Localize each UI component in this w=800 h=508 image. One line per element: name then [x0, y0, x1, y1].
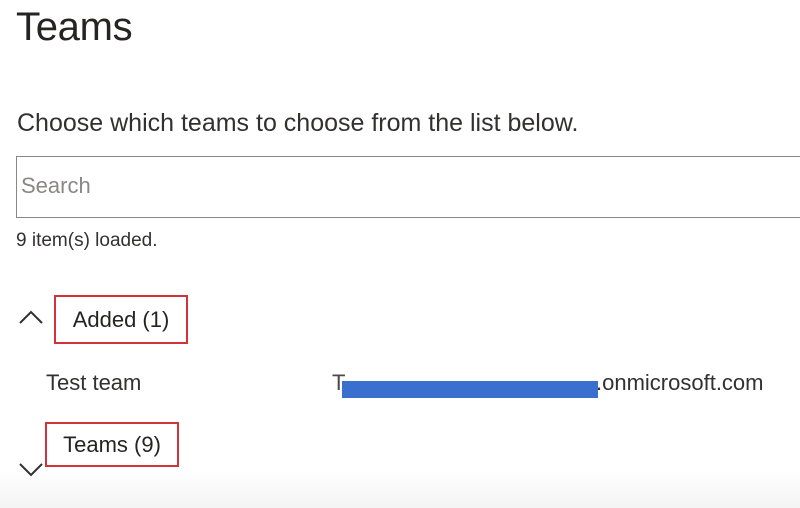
team-email: T .onmicrosoft.com: [332, 368, 800, 398]
chevron-up-icon[interactable]: [18, 309, 44, 325]
search-input[interactable]: [21, 157, 781, 215]
teams-section-label: Teams (9): [63, 432, 161, 457]
page-title: Teams: [16, 5, 133, 49]
added-section-header[interactable]: Added (1): [54, 295, 188, 344]
teams-section-header[interactable]: Teams (9): [45, 422, 179, 467]
search-box[interactable]: [16, 156, 800, 218]
list-item[interactable]: Test team T .onmicrosoft.com: [0, 364, 800, 400]
page-description: Choose which teams to choose from the li…: [17, 109, 579, 137]
teams-panel: Teams Choose which teams to choose from …: [0, 0, 800, 508]
redaction-bar: [342, 381, 598, 398]
items-loaded-status: 9 item(s) loaded.: [16, 230, 158, 251]
team-email-domain: .onmicrosoft.com: [596, 370, 764, 395]
team-name: Test team: [46, 370, 142, 395]
added-section-label: Added (1): [72, 307, 170, 332]
chevron-down-icon[interactable]: [18, 462, 44, 478]
